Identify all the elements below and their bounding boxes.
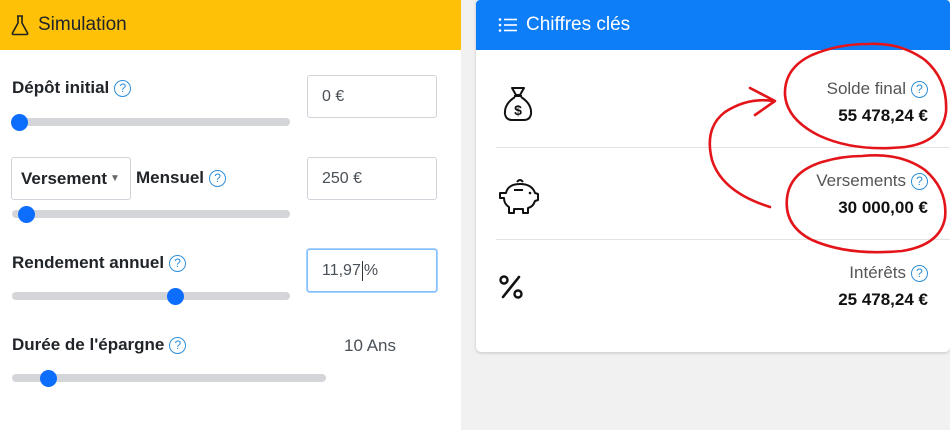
help-icon[interactable]: ? (209, 170, 227, 188)
interest-value: 25 478,24 € (838, 290, 928, 309)
payment-type-select[interactable]: Versement ▼ (11, 157, 131, 200)
payment-frequency-label: Mensuel (136, 168, 205, 187)
simulation-header: Simulation (0, 0, 461, 50)
annual-return-slider-thumb[interactable] (167, 288, 184, 305)
initial-deposit-slider-thumb[interactable] (11, 114, 28, 131)
payments-value: 30 000,00 € (838, 198, 928, 217)
percent-icon (498, 274, 524, 305)
duration-value: 10 Ans (344, 336, 396, 355)
duration-slider-thumb[interactable] (40, 370, 57, 387)
flask-icon (10, 14, 30, 36)
simulation-title: Simulation (38, 14, 127, 35)
key-figures-header: Chiffres clés (476, 0, 950, 50)
interest-label: Intérêts (849, 263, 906, 282)
initial-deposit-label-group: Dépôt initial? (12, 78, 132, 98)
duration-label-group: Durée de l'épargne? (12, 335, 187, 355)
money-bag-icon: $ (498, 84, 538, 129)
text-caret (361, 260, 363, 281)
list-icon (498, 17, 518, 33)
initial-deposit-label: Dépôt initial (12, 78, 110, 97)
annual-return-label: Rendement annuel (12, 253, 165, 272)
payment-amount-input[interactable]: 250 € (307, 157, 437, 200)
annual-return-input[interactable]: 11,97% (307, 249, 437, 292)
final-balance-value: 55 478,24 € (838, 106, 928, 125)
payments-label-group: Versements? (816, 171, 928, 191)
interest-label-group: Intérêts? (849, 263, 928, 283)
duration-label: Durée de l'épargne (12, 335, 165, 354)
duration-slider-track[interactable] (12, 374, 326, 382)
annual-return-slider-track[interactable] (12, 292, 290, 300)
simulation-panel: Simulation Dépôt initial? 0 € Versement … (0, 0, 461, 430)
piggy-bank-icon (497, 176, 541, 221)
row-divider (496, 239, 950, 240)
payments-label: Versements (816, 171, 906, 190)
final-balance-label: Solde final (826, 79, 906, 98)
help-icon[interactable]: ? (114, 80, 132, 98)
help-icon[interactable]: ? (911, 265, 928, 283)
payment-type-selected: Versement (21, 168, 107, 188)
final-balance-label-group: Solde final? (827, 79, 928, 99)
annual-return-value: 11,97 (322, 261, 361, 279)
initial-deposit-slider-track[interactable] (12, 118, 290, 126)
help-icon[interactable]: ? (169, 255, 187, 273)
annual-return-label-group: Rendement annuel? (12, 253, 187, 273)
payment-amount-value: 250 € (322, 169, 363, 187)
svg-text:$: $ (514, 102, 522, 118)
payment-slider-thumb[interactable] (18, 206, 35, 223)
payment-slider-track[interactable] (12, 210, 290, 218)
help-icon[interactable]: ? (911, 81, 928, 99)
annual-return-unit: % (363, 261, 379, 279)
row-divider (496, 147, 950, 148)
payment-frequency-label-group: Mensuel? (136, 168, 227, 188)
initial-deposit-value: 0 € (322, 87, 345, 105)
key-figures-title: Chiffres clés (526, 14, 631, 35)
key-figures-panel: Chiffres clés $ Solde final? 55 478,24 €… (476, 0, 950, 352)
help-icon[interactable]: ? (911, 173, 928, 191)
chevron-down-icon: ▼ (110, 173, 120, 184)
help-icon[interactable]: ? (169, 337, 187, 355)
initial-deposit-input[interactable]: 0 € (307, 75, 437, 118)
